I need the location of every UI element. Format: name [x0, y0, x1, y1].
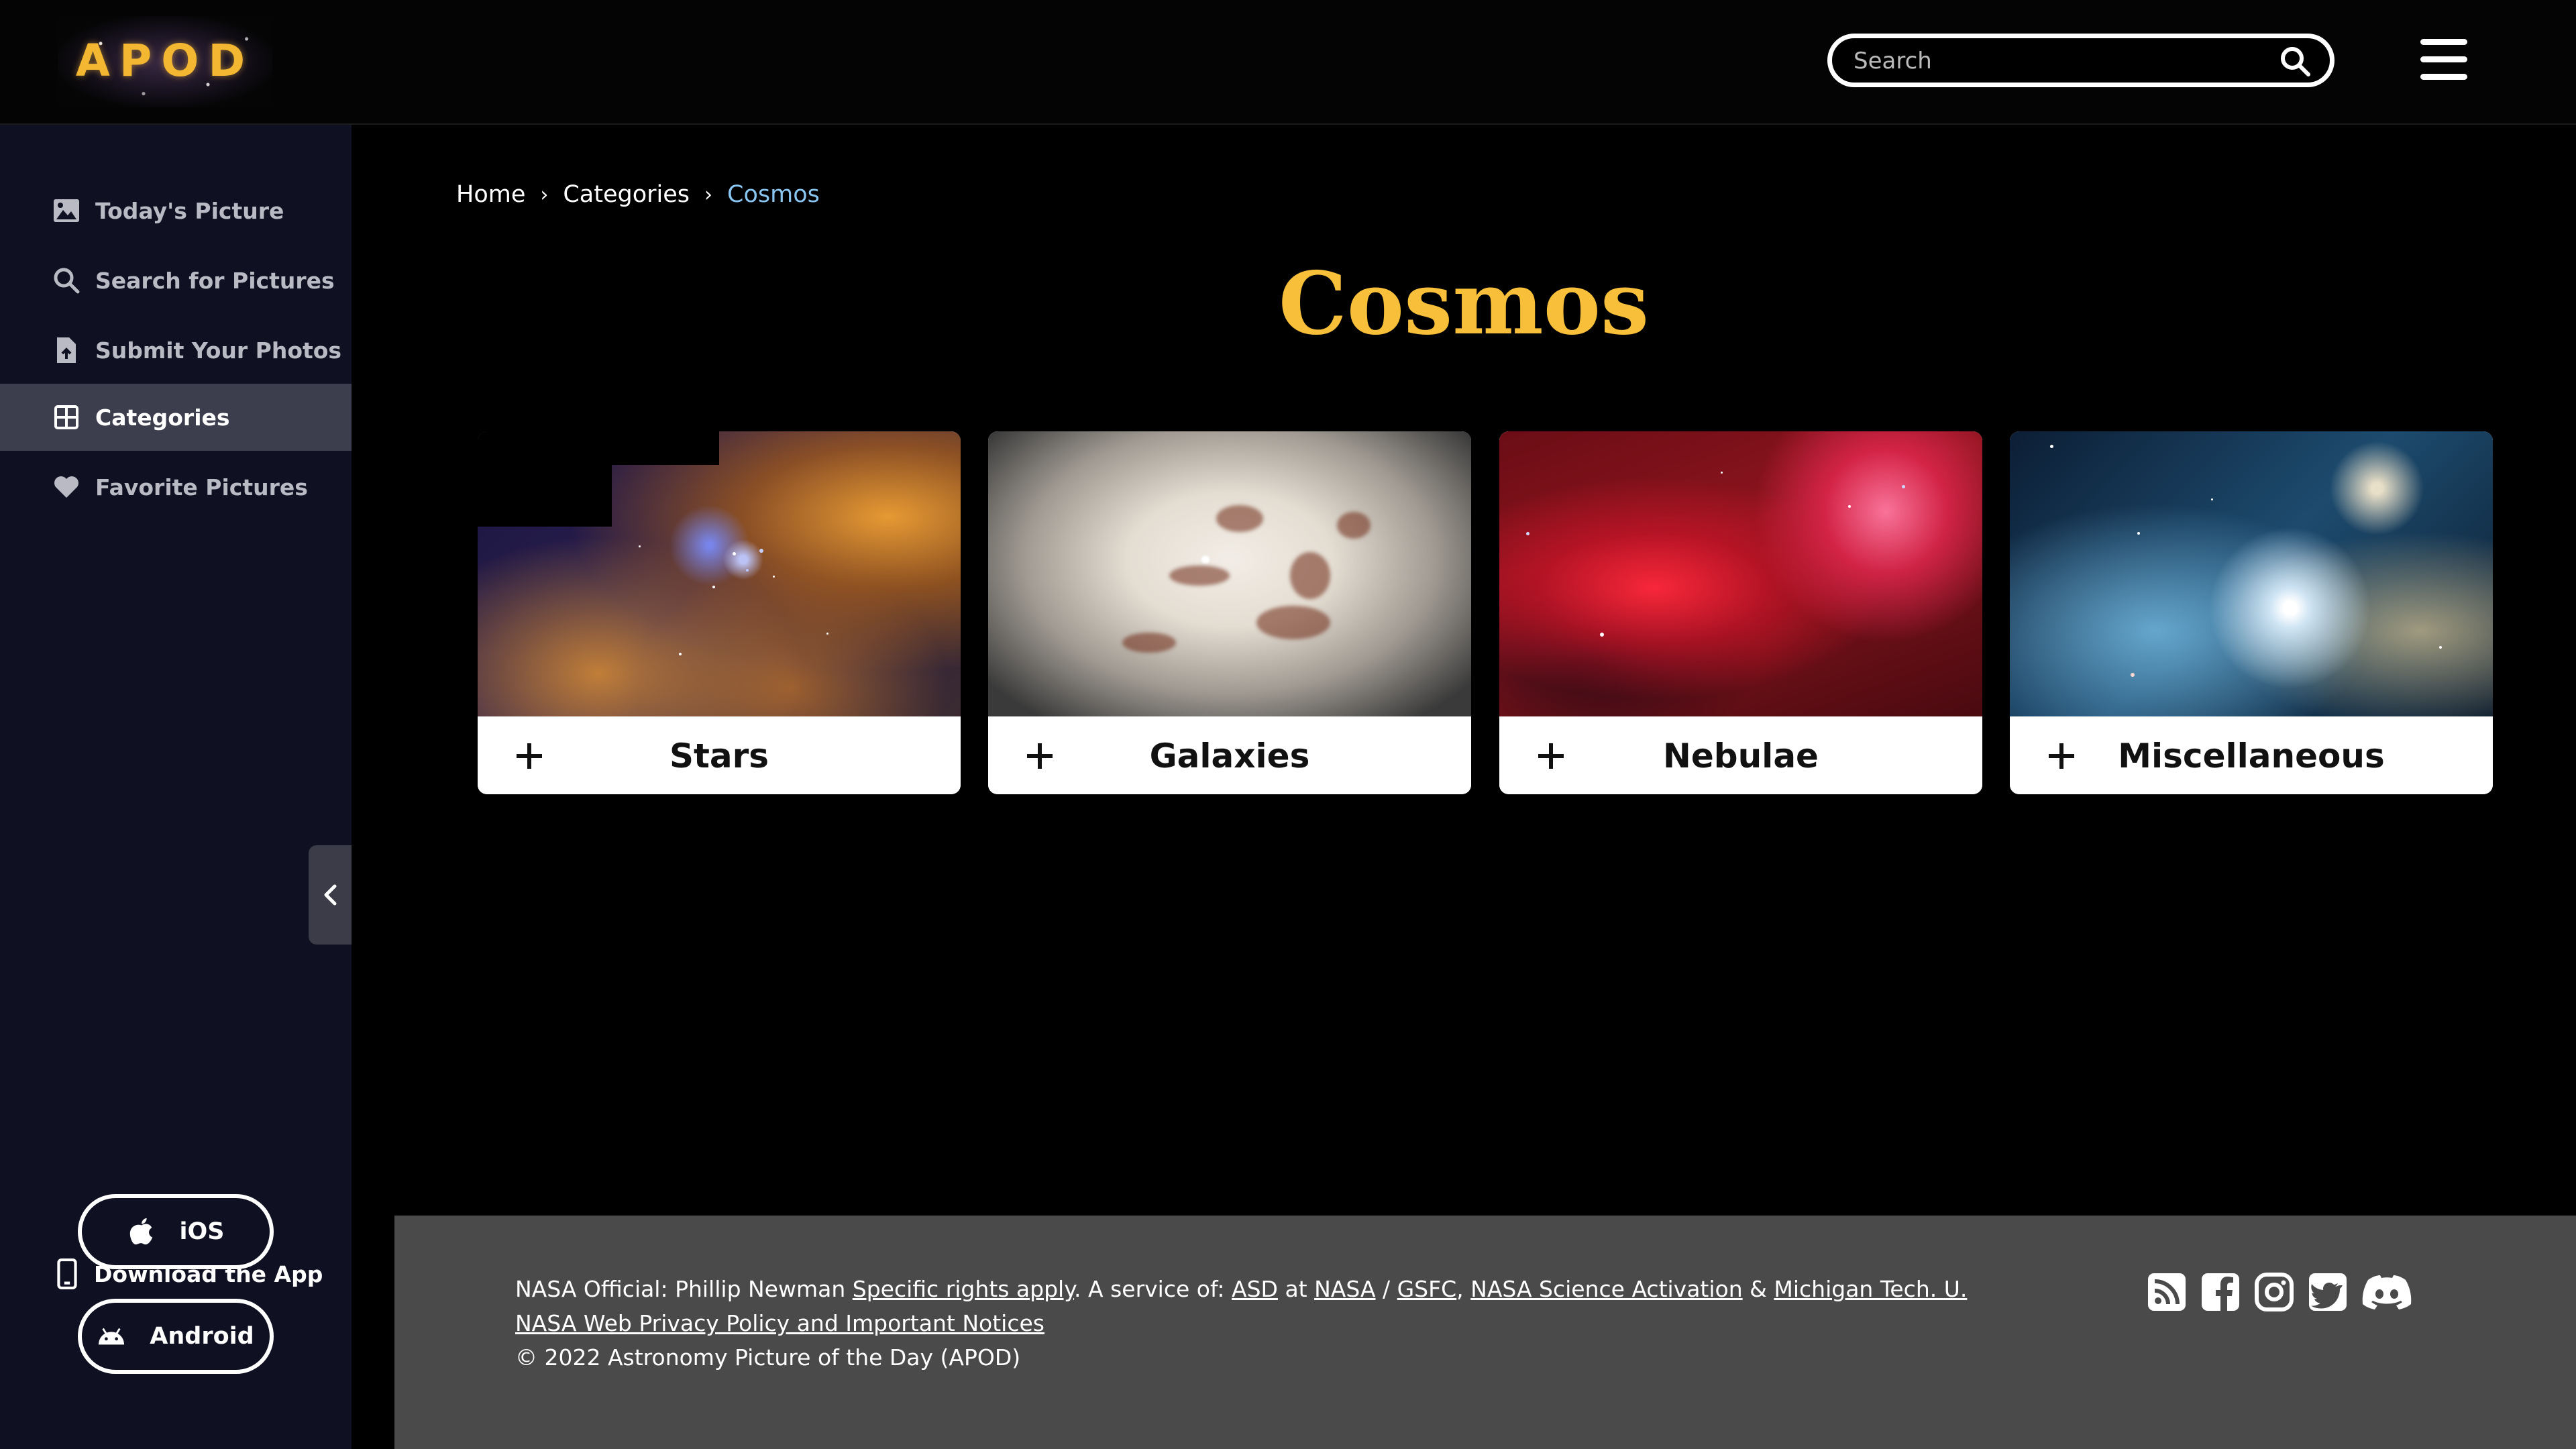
asd-link[interactable]: ASD: [1232, 1276, 1278, 1302]
card-label-bar: Galaxies: [988, 716, 1471, 794]
breadcrumb-separator-icon: ›: [540, 182, 549, 207]
top-header: APOD: [0, 0, 2576, 125]
sidebar-item-label: Search for Pictures: [95, 267, 335, 294]
sidebar-item-favorite-pictures[interactable]: Favorite Pictures: [0, 453, 352, 521]
chevron-left-icon: [324, 884, 337, 906]
ios-button[interactable]: iOS: [78, 1194, 274, 1269]
footer-line-2: NASA Web Privacy Policy and Important No…: [515, 1306, 1967, 1340]
rights-link[interactable]: Specific rights apply: [853, 1276, 1074, 1302]
footer: NASA Official: Phillip Newman Specific r…: [394, 1216, 2576, 1449]
nebulae-thumbnail: [1499, 431, 1982, 716]
android-icon: [99, 1328, 125, 1345]
file-upload-icon: [52, 336, 80, 364]
sidebar: Today's Picture Search for Pictures Subm…: [0, 125, 352, 1449]
footer-comma-text: ,: [1456, 1276, 1471, 1302]
category-card-nebulae[interactable]: Nebulae: [1499, 431, 1982, 794]
android-label: Android: [150, 1323, 254, 1350]
logo-text: APOD: [75, 35, 255, 87]
galaxies-thumbnail: [988, 431, 1471, 716]
twitter-icon[interactable]: [2308, 1272, 2348, 1312]
card-label: Miscellaneous: [2118, 737, 2385, 775]
sidebar-item-label: Favorite Pictures: [95, 474, 308, 500]
ios-label: iOS: [179, 1218, 225, 1245]
breadcrumb-current: Cosmos: [727, 181, 820, 208]
android-button[interactable]: Android: [78, 1299, 274, 1374]
search-icon[interactable]: [2279, 45, 2311, 77]
rss-icon[interactable]: [2147, 1272, 2187, 1312]
search-box: [1827, 34, 2334, 87]
category-card-stars[interactable]: Stars: [478, 431, 961, 794]
mobile-phone-icon: [57, 1258, 77, 1289]
breadcrumb-separator-icon: ›: [704, 182, 713, 207]
sidebar-item-todays-picture[interactable]: Today's Picture: [0, 177, 352, 244]
category-card-miscellaneous[interactable]: Miscellaneous: [2010, 431, 2493, 794]
sidebar-item-label: Categories: [95, 404, 230, 431]
footer-text: NASA Official: Phillip Newman Specific r…: [515, 1272, 1967, 1375]
science-activation-link[interactable]: NASA Science Activation: [1470, 1276, 1743, 1302]
copyright-text: © 2022 Astronomy Picture of the Day (APO…: [515, 1344, 1021, 1371]
heart-icon: [52, 473, 80, 501]
footer-line-1: NASA Official: Phillip Newman Specific r…: [515, 1272, 1967, 1306]
sidebar-item-submit-your-photos[interactable]: Submit Your Photos: [0, 317, 352, 384]
footer-service-text: . A service of:: [1074, 1276, 1232, 1302]
nasa-link[interactable]: NASA: [1314, 1276, 1375, 1302]
apod-logo[interactable]: APOD: [58, 16, 272, 107]
michigan-tech-link[interactable]: Michigan Tech. U.: [1774, 1276, 1967, 1302]
page-title: Cosmos: [1278, 254, 1650, 354]
category-card-galaxies[interactable]: Galaxies: [988, 431, 1471, 794]
breadcrumb: Home › Categories › Cosmos: [456, 181, 820, 208]
card-label: Stars: [669, 737, 769, 775]
privacy-policy-link[interactable]: NASA Web Privacy Policy and Important No…: [515, 1310, 1044, 1336]
sidebar-item-label: Submit Your Photos: [95, 337, 342, 364]
gsfc-link[interactable]: GSFC: [1397, 1276, 1457, 1302]
grid-icon: [52, 403, 80, 431]
footer-amp-text: &: [1742, 1276, 1774, 1302]
footer-official: NASA Official: Phillip Newman: [515, 1276, 853, 1302]
facebook-icon[interactable]: [2200, 1272, 2241, 1312]
sidebar-item-search-for-pictures[interactable]: Search for Pictures: [0, 247, 352, 314]
sidebar-item-categories[interactable]: Categories: [0, 384, 352, 451]
apple-icon: [129, 1218, 152, 1245]
footer-slash-text: /: [1375, 1276, 1397, 1302]
stars-thumbnail: [478, 431, 961, 716]
collapse-sidebar-button[interactable]: [309, 845, 352, 945]
footer-at-text: at: [1277, 1276, 1315, 1302]
card-label: Galaxies: [1149, 737, 1310, 775]
breadcrumb-categories[interactable]: Categories: [563, 181, 690, 208]
card-label: Nebulae: [1663, 737, 1819, 775]
instagram-icon[interactable]: [2254, 1272, 2294, 1312]
hamburger-menu-icon[interactable]: [2420, 39, 2467, 80]
card-label-bar: Stars: [478, 716, 961, 794]
social-links: [2147, 1272, 2426, 1312]
discord-icon[interactable]: [2361, 1272, 2412, 1312]
search-icon: [52, 266, 80, 294]
sidebar-item-label: Today's Picture: [95, 197, 284, 224]
breadcrumb-home[interactable]: Home: [456, 181, 525, 208]
card-label-bar: Nebulae: [1499, 716, 1982, 794]
image-icon: [52, 197, 80, 225]
miscellaneous-thumbnail: [2010, 431, 2493, 716]
card-label-bar: Miscellaneous: [2010, 716, 2493, 794]
search-input[interactable]: [1852, 45, 2271, 77]
